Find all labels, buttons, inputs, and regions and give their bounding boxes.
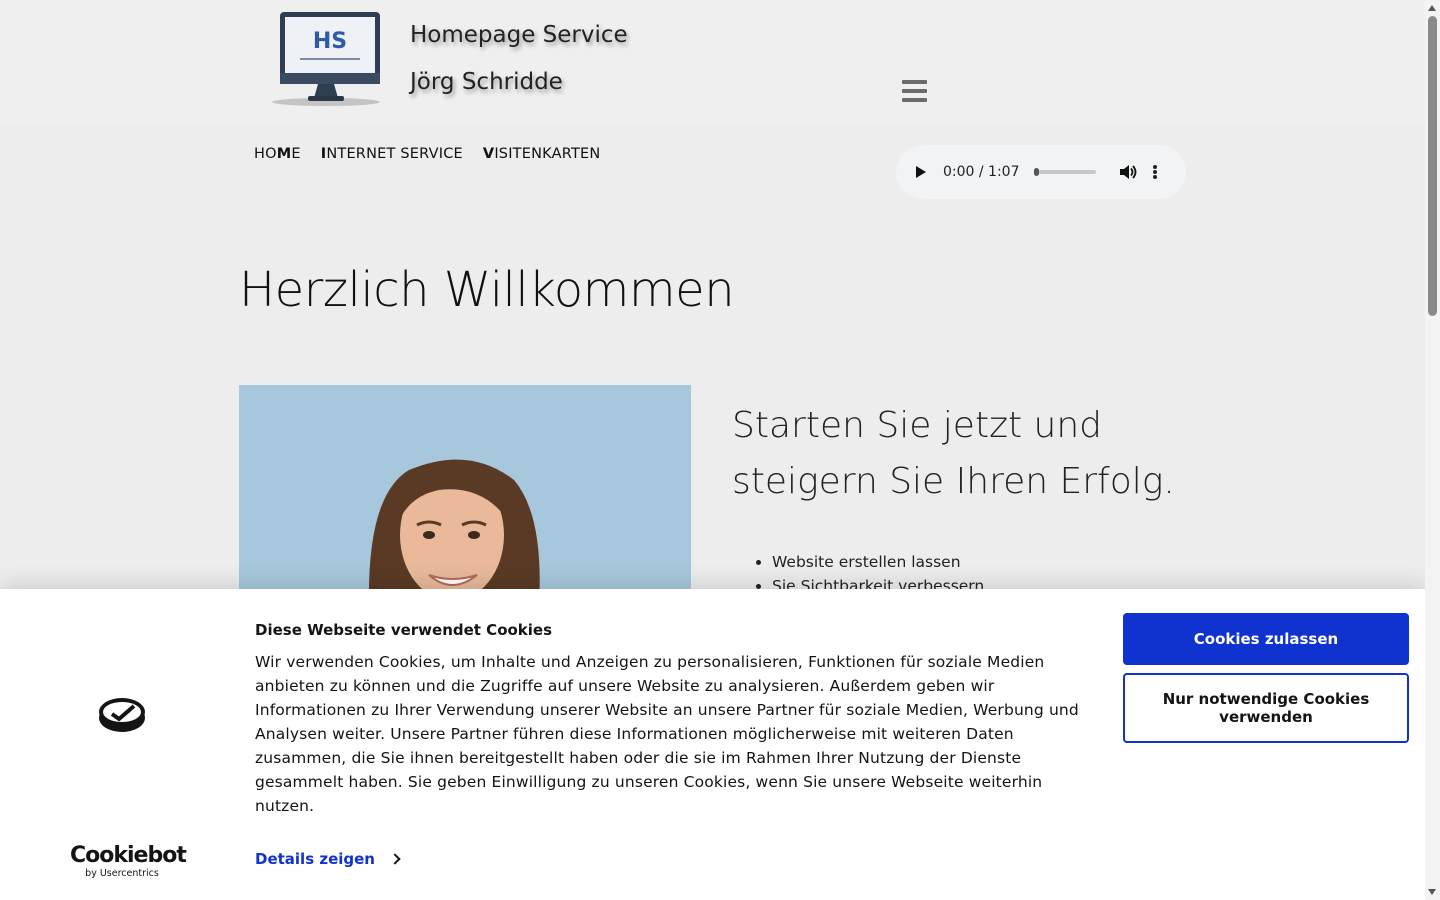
brand-name: Homepage Service Jörg Schridde [410,12,628,106]
hamburger-menu-icon[interactable] [902,80,927,102]
scroll-up-icon[interactable] [1428,5,1436,11]
cookiebot-icon [99,698,145,732]
svg-text:HS: HS [313,29,347,54]
details-link[interactable]: Details zeigen [255,850,401,868]
brand-line-1: Homepage Service [410,22,628,48]
details-label: Details zeigen [255,850,375,868]
nav-item-visitenkarten[interactable]: VISITENKARTEN [483,146,601,162]
nav-item-home[interactable]: HOME [254,146,301,162]
scroll-down-icon[interactable] [1428,889,1436,895]
monitor-logo-icon[interactable]: HS [268,10,384,108]
cookiebot-logo: Cookiebot by Usercentrics [70,843,187,880]
audio-player: 0:00 / 1:07 [896,145,1186,199]
hero-subheading: Starten Sie jetzt und steigern Sie Ihren… [732,405,1175,502]
brand-line-2: Jörg Schridde [410,69,563,95]
nav-item-internet-service[interactable]: INTERNET SERVICE [321,146,463,162]
cookie-description: Wir verwenden Cookies, um Inhalte und An… [255,653,1079,815]
page-title: Herzlich Willkommen [239,262,735,318]
chevron-right-icon [389,853,401,865]
audio-seek-slider[interactable] [1033,168,1096,176]
more-options-icon[interactable] [1152,162,1158,182]
main-nav: HOME INTERNET SERVICE VISITENKARTEN [254,146,600,162]
allow-cookies-button[interactable]: Cookies zulassen [1123,613,1409,665]
cookie-title: Diese Webseite verwendet Cookies [255,621,553,639]
necessary-cookies-button[interactable]: Nur notwendige Cookies verwenden [1123,673,1409,743]
list-item: Website erstellen lassen [772,550,984,574]
play-icon[interactable] [914,165,928,179]
page: HS Homepage Service Jörg Schridde HOME I… [0,0,1425,900]
hero-photo [239,385,691,605]
scrollbar-thumb[interactable] [1428,16,1437,316]
header: HS Homepage Service Jörg Schridde [0,0,1425,124]
audio-time: 0:00 / 1:07 [943,164,1020,180]
volume-icon[interactable] [1118,162,1138,182]
scrollbar[interactable] [1425,0,1440,900]
